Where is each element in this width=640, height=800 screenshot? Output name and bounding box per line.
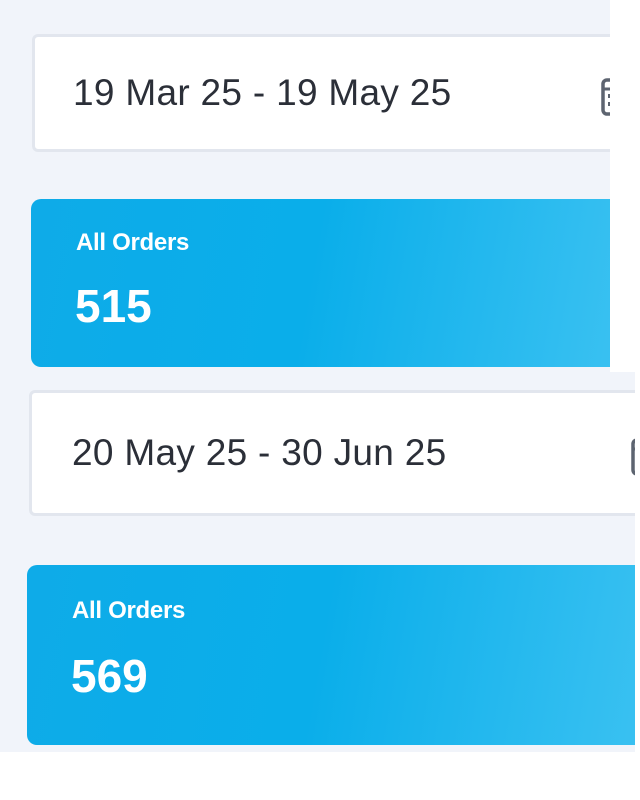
orders-summary-panel-1: 19 Mar 25 - 19 May 25 All Orders 515 <box>0 0 610 372</box>
all-orders-card[interactable]: All Orders 569 <box>27 565 635 745</box>
date-range-text: 20 May 25 - 30 Jun 25 <box>72 432 447 473</box>
calendar-icon[interactable] <box>630 436 635 476</box>
date-range-picker[interactable]: 19 Mar 25 - 19 May 25 <box>32 34 610 152</box>
stat-value: 569 <box>71 650 148 702</box>
date-range-picker[interactable]: 20 May 25 - 30 Jun 25 <box>29 390 635 516</box>
stat-value: 515 <box>75 280 152 332</box>
stat-label: All Orders <box>76 229 190 256</box>
stat-label: All Orders <box>72 597 186 624</box>
orders-summary-panel-2: 20 May 25 - 30 Jun 25 All Orders 569 <box>0 372 635 752</box>
calendar-icon[interactable] <box>600 76 610 116</box>
all-orders-card[interactable]: All Orders 515 <box>31 199 610 367</box>
date-range-text: 19 Mar 25 - 19 May 25 <box>73 72 452 113</box>
